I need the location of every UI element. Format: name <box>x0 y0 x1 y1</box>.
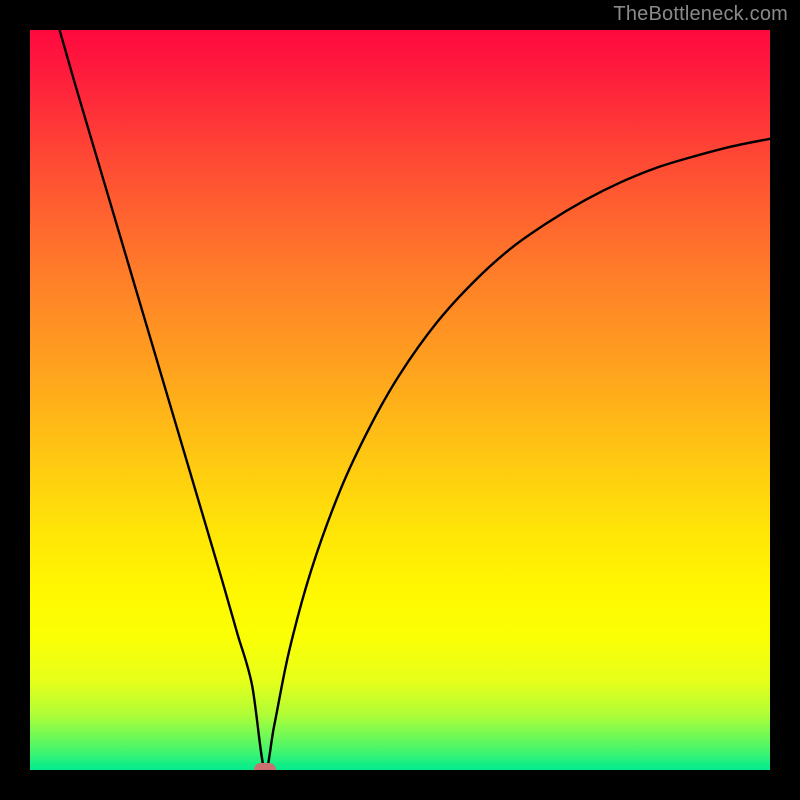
min-marker-dot <box>254 763 276 770</box>
chart-frame: TheBottleneck.com <box>0 0 800 800</box>
bottleneck-curve <box>60 30 770 770</box>
plot-area <box>30 30 770 770</box>
watermark-text: TheBottleneck.com <box>613 3 788 26</box>
curve-layer <box>30 30 770 770</box>
